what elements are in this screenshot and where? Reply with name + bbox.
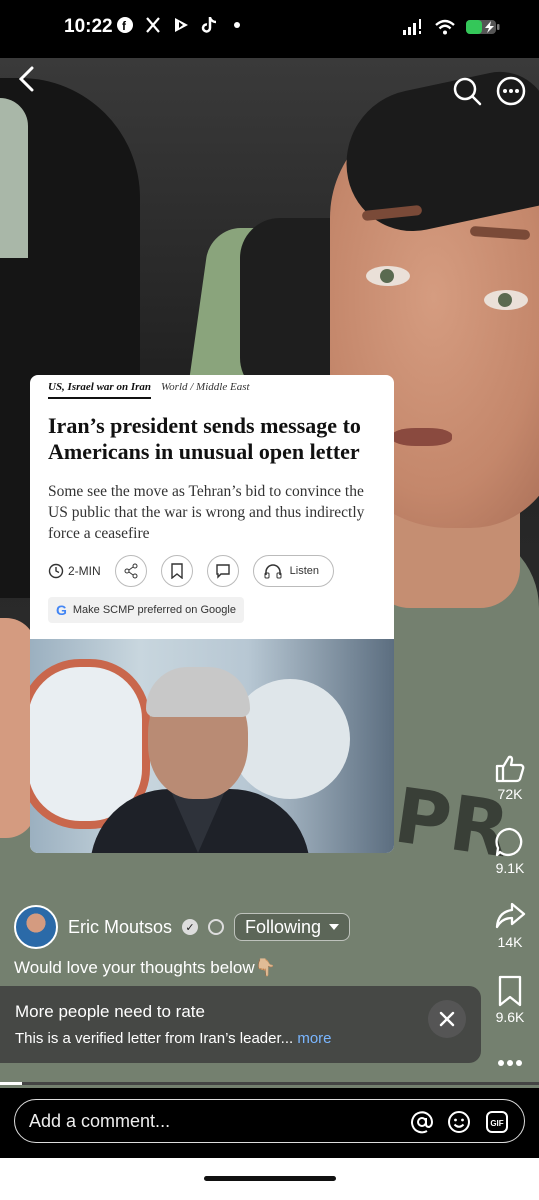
x-icon bbox=[146, 17, 160, 33]
home-indicator[interactable] bbox=[204, 1176, 336, 1181]
bookmark-icon bbox=[170, 563, 183, 579]
presenter-eye bbox=[484, 290, 528, 310]
read-time: 2-MIN bbox=[48, 563, 101, 579]
photo-person-hair bbox=[146, 667, 250, 717]
dropdown-caret-icon bbox=[329, 924, 340, 930]
at-sign-icon bbox=[411, 1111, 434, 1134]
more-options-button[interactable] bbox=[496, 76, 526, 106]
gif-button[interactable]: GIF bbox=[484, 1109, 510, 1135]
notification-icons: f bbox=[116, 16, 246, 34]
article-title: Iran’s president sends message to Americ… bbox=[48, 413, 361, 464]
back-chevron-icon bbox=[18, 66, 34, 92]
smiley-icon bbox=[448, 1111, 470, 1133]
save-count: 9.6K bbox=[495, 1009, 525, 1025]
cellular-signal-icon bbox=[403, 19, 421, 35]
system-icons bbox=[403, 18, 503, 36]
google-preferred-label: Make SCMP preferred on Google bbox=[72, 604, 236, 616]
dot-icon bbox=[234, 22, 240, 28]
share-button[interactable]: 14K bbox=[488, 900, 532, 950]
video-progress-bar[interactable] bbox=[0, 1082, 539, 1085]
back-button[interactable] bbox=[12, 64, 42, 94]
creator-avatar[interactable] bbox=[14, 905, 58, 949]
listen-label: Listen bbox=[289, 565, 320, 577]
article-tag-main: US, Israel war on Iran bbox=[48, 381, 152, 399]
rate-description: This is a verified letter from Iran’s le… bbox=[15, 1030, 332, 1047]
status-time: 10:22 bbox=[64, 16, 113, 37]
article-description: Some see the move as Tehran’s bid to con… bbox=[48, 483, 365, 542]
like-count: 72K bbox=[497, 786, 523, 802]
google-logo-icon: G bbox=[56, 602, 67, 618]
comment-article-button[interactable] bbox=[206, 555, 239, 587]
close-icon bbox=[439, 1011, 455, 1027]
gif-label: GIF bbox=[490, 1119, 503, 1128]
comment-box: GIF bbox=[14, 1099, 525, 1143]
emoji-button[interactable] bbox=[446, 1109, 472, 1135]
article-tag-section: World / Middle East bbox=[161, 381, 250, 393]
facebook-icon: f bbox=[117, 17, 133, 33]
presenter-eye bbox=[366, 266, 410, 286]
speech-bubble-icon bbox=[215, 564, 230, 579]
search-icon bbox=[453, 77, 482, 106]
see-more-link[interactable]: more bbox=[297, 1030, 331, 1047]
thumbs-up-icon bbox=[495, 755, 525, 783]
save-button[interactable]: 9.6K bbox=[488, 975, 532, 1025]
gif-icon: GIF bbox=[486, 1111, 508, 1133]
video-progress-fill bbox=[0, 1082, 22, 1085]
more-actions-button[interactable] bbox=[497, 1046, 523, 1074]
creator-row: Eric Moutsos ✓ Following bbox=[14, 905, 351, 949]
share-count: 14K bbox=[497, 934, 523, 950]
presenter-mouth bbox=[392, 428, 452, 446]
following-button[interactable]: Following bbox=[234, 913, 351, 941]
comment-icon bbox=[495, 827, 523, 857]
headphones-icon bbox=[264, 564, 282, 579]
comment-count: 9.1K bbox=[495, 860, 525, 876]
article-photo bbox=[30, 639, 394, 853]
google-preferred-button[interactable]: G Make SCMP preferred on Google bbox=[48, 597, 244, 623]
like-button[interactable]: 72K bbox=[488, 752, 532, 802]
close-panel-button[interactable] bbox=[428, 1000, 466, 1038]
tiktok-icon bbox=[201, 17, 217, 33]
horizontal-dots-icon bbox=[498, 1060, 522, 1066]
car-window bbox=[0, 98, 28, 258]
battery-charging-icon bbox=[466, 20, 500, 34]
rate-description-text: This is a verified letter from Iran’s le… bbox=[15, 1030, 294, 1047]
article-actions: 2-MIN Listen bbox=[48, 555, 335, 587]
wifi-icon bbox=[435, 19, 455, 35]
mention-button[interactable] bbox=[409, 1109, 435, 1135]
verified-badge-icon: ✓ bbox=[182, 919, 199, 935]
community-notes-panel[interactable]: More people need to rate This is a verif… bbox=[0, 986, 481, 1063]
reel-caption[interactable]: Would love your thoughts below👇🏼 bbox=[14, 958, 276, 978]
public-globe-icon bbox=[208, 919, 225, 935]
share-article-button[interactable] bbox=[114, 555, 147, 587]
read-time-label: 2-MIN bbox=[68, 564, 101, 578]
more-options-icon bbox=[496, 76, 526, 106]
following-label: Following bbox=[245, 916, 322, 937]
article-card[interactable]: US, Israel war on Iran World / Middle Ea… bbox=[30, 375, 394, 853]
comment-button[interactable]: 9.1K bbox=[488, 826, 532, 876]
creator-name[interactable]: Eric Moutsos bbox=[68, 917, 172, 938]
share-nodes-icon bbox=[124, 563, 138, 579]
share-arrow-icon bbox=[495, 902, 526, 929]
listen-button[interactable]: Listen bbox=[252, 555, 335, 587]
clock-icon bbox=[48, 563, 64, 579]
bookmark-icon bbox=[498, 975, 522, 1007]
bookmark-article-button[interactable] bbox=[160, 555, 193, 587]
rate-title: More people need to rate bbox=[15, 1002, 205, 1021]
search-button[interactable] bbox=[452, 76, 482, 106]
play-icon bbox=[175, 18, 188, 32]
article-tags: US, Israel war on Iran World / Middle Ea… bbox=[48, 381, 250, 399]
comment-input[interactable] bbox=[29, 1100, 389, 1142]
status-bar: 10:22 f bbox=[0, 0, 539, 58]
